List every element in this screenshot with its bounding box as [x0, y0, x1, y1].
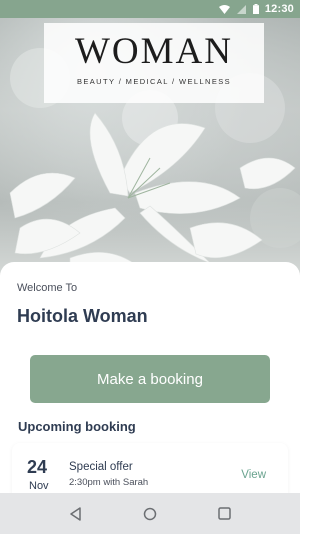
upcoming-heading: Upcoming booking — [18, 419, 136, 434]
booking-month: Nov — [29, 480, 49, 492]
system-nav-bar — [0, 493, 300, 534]
booking-day: 24 — [27, 457, 48, 477]
brand-logo: WOMAN BEAUTY / MEDICAL / WELLNESS — [44, 23, 264, 103]
hero-image: WOMAN BEAUTY / MEDICAL / WELLNESS — [0, 18, 300, 280]
status-time: 12:30 — [264, 3, 294, 15]
signal-icon — [236, 4, 246, 14]
view-booking-link[interactable]: View — [241, 469, 266, 481]
booking-details: 2:30pm with Sarah — [69, 477, 149, 488]
logo-wordmark: WOMAN — [75, 31, 233, 72]
status-bar: 12:30 — [0, 0, 300, 18]
wifi-icon — [218, 4, 230, 14]
booking-title: Special offer — [69, 461, 133, 473]
battery-icon — [252, 4, 259, 14]
home-icon[interactable] — [143, 507, 157, 521]
make-booking-button[interactable]: Make a booking — [30, 355, 270, 403]
recents-icon[interactable] — [218, 507, 232, 520]
back-icon[interactable] — [69, 506, 82, 521]
welcome-text: Welcome To — [17, 282, 78, 294]
logo-tagline: BEAUTY / MEDICAL / WELLNESS — [76, 77, 232, 86]
page-title: Hoitola Woman — [17, 306, 148, 326]
